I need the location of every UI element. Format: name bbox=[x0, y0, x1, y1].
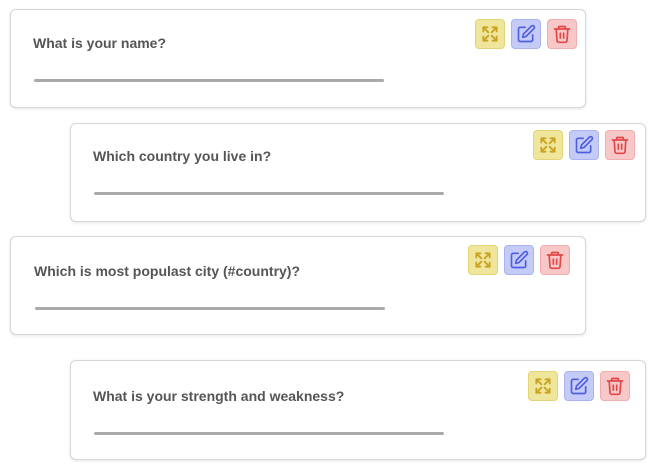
edit-button[interactable] bbox=[564, 371, 594, 401]
expand-icon bbox=[535, 378, 551, 394]
expand-icon bbox=[475, 252, 491, 268]
edit-icon bbox=[517, 24, 536, 43]
expand-button[interactable] bbox=[533, 130, 563, 160]
question-text: What is your strength and weakness? bbox=[93, 388, 345, 404]
expand-icon bbox=[482, 26, 498, 42]
delete-button[interactable] bbox=[547, 19, 577, 49]
edit-button[interactable] bbox=[504, 245, 534, 275]
question-card: Which is most populast city (#country)? bbox=[10, 236, 586, 335]
edit-button[interactable] bbox=[569, 130, 599, 160]
card-actions bbox=[475, 19, 577, 49]
question-card: What is your name? bbox=[10, 9, 586, 108]
delete-button[interactable] bbox=[600, 371, 630, 401]
question-text: Which is most populast city (#country)? bbox=[34, 263, 301, 279]
expand-button[interactable] bbox=[475, 19, 505, 49]
question-text: Which country you live in? bbox=[93, 148, 272, 164]
card-actions bbox=[528, 371, 630, 401]
edit-icon bbox=[510, 250, 529, 269]
answer-line[interactable] bbox=[35, 307, 385, 310]
question-card: What is your strength and weakness? bbox=[70, 360, 646, 460]
question-text: What is your name? bbox=[33, 35, 167, 51]
delete-button[interactable] bbox=[605, 130, 635, 160]
delete-button[interactable] bbox=[540, 245, 570, 275]
card-actions bbox=[533, 130, 635, 160]
card-actions bbox=[468, 245, 570, 275]
trash-icon bbox=[553, 25, 571, 44]
trash-icon bbox=[546, 251, 564, 270]
answer-line[interactable] bbox=[34, 79, 384, 82]
edit-icon bbox=[575, 135, 594, 154]
expand-button[interactable] bbox=[468, 245, 498, 275]
expand-button[interactable] bbox=[528, 371, 558, 401]
expand-icon bbox=[540, 137, 556, 153]
edit-icon bbox=[570, 376, 589, 395]
answer-line[interactable] bbox=[94, 192, 444, 195]
edit-button[interactable] bbox=[511, 19, 541, 49]
trash-icon bbox=[606, 377, 624, 396]
trash-icon bbox=[611, 136, 629, 155]
question-card: Which country you live in? bbox=[70, 123, 646, 222]
answer-line[interactable] bbox=[94, 432, 444, 435]
